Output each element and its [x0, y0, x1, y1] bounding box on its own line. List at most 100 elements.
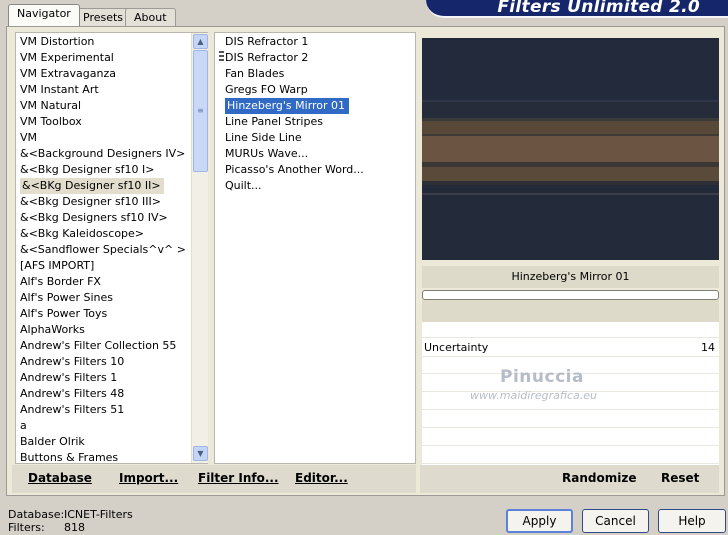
progress-bar: [422, 290, 719, 300]
category-list[interactable]: VM Distortion VM Experimental VM Extravaga…: [15, 32, 208, 464]
category-label: VM Experimental: [20, 51, 114, 64]
filter-label: DIS Refractor 2: [225, 51, 309, 64]
status-database: Database: ICNET-Filters: [8, 508, 133, 521]
category-label: AlphaWorks: [20, 323, 85, 336]
category-item[interactable]: Balder Olrik: [18, 434, 207, 450]
category-label: VM: [20, 131, 38, 144]
category-label: &<Bkg Designers sf10 IV>: [20, 211, 168, 224]
category-item[interactable]: [AFS IMPORT]: [18, 258, 207, 274]
scroll-up-icon[interactable]: ▲: [193, 34, 208, 49]
category-item[interactable]: Andrew's Filters 10: [18, 354, 207, 370]
category-label: VM Instant Art: [20, 83, 99, 96]
filter-item[interactable]: Hinzeberg's Mirror 01: [223, 98, 415, 114]
category-item[interactable]: &<Bkg Kaleidoscope>: [18, 226, 207, 242]
editor-button[interactable]: Editor...: [295, 471, 348, 485]
import-button[interactable]: Import...: [119, 471, 178, 485]
category-item[interactable]: Alf's Power Toys: [18, 306, 207, 322]
category-item[interactable]: &<Sandflower Specials^v^ >: [18, 242, 207, 258]
app-title: Filters Unlimited 2.0: [497, 0, 700, 17]
filter-item[interactable]: Line Side Line: [223, 130, 415, 146]
category-item[interactable]: Alf's Border FX: [18, 274, 207, 290]
category-label: &<Bkg Kaleidoscope>: [20, 227, 145, 240]
parameter-name: Uncertainty: [424, 341, 489, 354]
category-label: Alf's Border FX: [20, 275, 101, 288]
category-item[interactable]: Alf's Power Sines: [18, 290, 207, 306]
category-label: Andrew's Filters 10: [20, 355, 125, 368]
category-label: Balder Olrik: [20, 435, 85, 448]
filter-item[interactable]: Gregs FO Warp: [223, 82, 415, 98]
category-label: &<Bkg Designer sf10 III>: [20, 195, 162, 208]
filter-label: MURUs Wave...: [225, 147, 309, 160]
category-item[interactable]: VM Distortion: [18, 34, 207, 50]
scroll-down-icon[interactable]: ▼: [193, 446, 208, 461]
cancel-button[interactable]: Cancel: [582, 509, 649, 533]
category-item[interactable]: VM Extravaganza: [18, 66, 207, 82]
preview-image: [422, 38, 719, 260]
apply-button[interactable]: Apply: [506, 509, 573, 533]
category-item[interactable]: Andrew's Filter Collection 55: [18, 338, 207, 354]
tab-about[interactable]: About: [125, 8, 176, 27]
category-item[interactable]: VM Instant Art: [18, 82, 207, 98]
category-label: Alf's Power Sines: [20, 291, 113, 304]
category-item[interactable]: Andrew's Filters 48: [18, 386, 207, 402]
category-label: VM Toolbox: [20, 115, 82, 128]
category-label: &<BKg Designer sf10 II>: [20, 178, 164, 194]
category-scrollbar[interactable]: ▲ ≡ ▼: [191, 33, 208, 463]
filter-label: Picasso's Another Word...: [225, 163, 364, 176]
tab-navigator[interactable]: Navigator: [8, 4, 80, 26]
category-item[interactable]: VM Experimental: [18, 50, 207, 66]
category-item[interactable]: &<Background Designers IV>: [18, 146, 207, 162]
category-item[interactable]: a: [18, 418, 207, 434]
filter-item[interactable]: Line Panel Stripes: [223, 114, 415, 130]
category-label: &<Bkg Designer sf10 I>: [20, 163, 155, 176]
parameter-row[interactable]: Uncertainty 14: [422, 339, 719, 357]
filter-label: Fan Blades: [225, 67, 285, 80]
category-item[interactable]: Andrew's Filters 1: [18, 370, 207, 386]
tab-presets[interactable]: Presets: [74, 8, 133, 27]
category-item[interactable]: Buttons & Frames: [18, 450, 207, 464]
category-item[interactable]: &<Bkg Designers sf10 IV>: [18, 210, 207, 226]
parameter-area: [422, 300, 719, 322]
category-item[interactable]: VM: [18, 130, 207, 146]
category-item[interactable]: VM Natural: [18, 98, 207, 114]
category-item[interactable]: Andrew's Filters 51: [18, 402, 207, 418]
category-label: Andrew's Filters 48: [20, 387, 125, 400]
category-label: Andrew's Filters 1: [20, 371, 118, 384]
status-filters: Filters: 818: [8, 521, 85, 534]
filter-info-button[interactable]: Filter Info...: [198, 471, 279, 485]
filter-label: Gregs FO Warp: [225, 83, 308, 96]
category-item[interactable]: &<BKg Designer sf10 II>: [18, 178, 207, 194]
category-item[interactable]: &<Bkg Designer sf10 I>: [18, 162, 207, 178]
filter-label: DIS Refractor 1: [225, 35, 309, 48]
category-item[interactable]: AlphaWorks: [18, 322, 207, 338]
randomize-button[interactable]: Randomize: [562, 471, 636, 485]
category-label: a: [20, 419, 27, 432]
filters-count: 818: [64, 521, 85, 534]
filter-item[interactable]: MURUs Wave...: [223, 146, 415, 162]
filter-item[interactable]: Fan Blades: [223, 66, 415, 82]
filter-item[interactable]: Quilt...: [223, 178, 415, 194]
category-label: Andrew's Filter Collection 55: [20, 339, 177, 352]
filter-item[interactable]: DIS Refractor 1: [223, 34, 415, 50]
drag-grip-icon: [219, 51, 224, 63]
scroll-thumb[interactable]: ≡: [193, 50, 208, 172]
database-button[interactable]: Database: [28, 471, 92, 485]
filter-label: Quilt...: [225, 179, 262, 192]
category-label: &<Background Designers IV>: [20, 147, 186, 160]
filter-label: Line Panel Stripes: [225, 115, 323, 128]
category-label: VM Extravaganza: [20, 67, 117, 80]
filter-list[interactable]: DIS Refractor 1 DIS Refractor 2 Fan Blades…: [214, 32, 416, 464]
category-item[interactable]: VM Toolbox: [18, 114, 207, 130]
category-label: Alf's Power Toys: [20, 307, 108, 320]
filter-item[interactable]: DIS Refractor 2: [223, 50, 415, 66]
category-item[interactable]: &<Bkg Designer sf10 III>: [18, 194, 207, 210]
watermark-url: www.maidiregrafica.eu: [470, 389, 597, 402]
category-label: VM Natural: [20, 99, 82, 112]
preview-filter-name: Hinzeberg's Mirror 01: [422, 266, 719, 288]
parameter-value: 14: [701, 341, 715, 354]
category-label: Buttons & Frames: [20, 451, 119, 464]
help-button[interactable]: Help: [658, 509, 726, 533]
filter-item[interactable]: Picasso's Another Word...: [223, 162, 415, 178]
filter-label: Line Side Line: [225, 131, 302, 144]
reset-button[interactable]: Reset: [661, 471, 699, 485]
